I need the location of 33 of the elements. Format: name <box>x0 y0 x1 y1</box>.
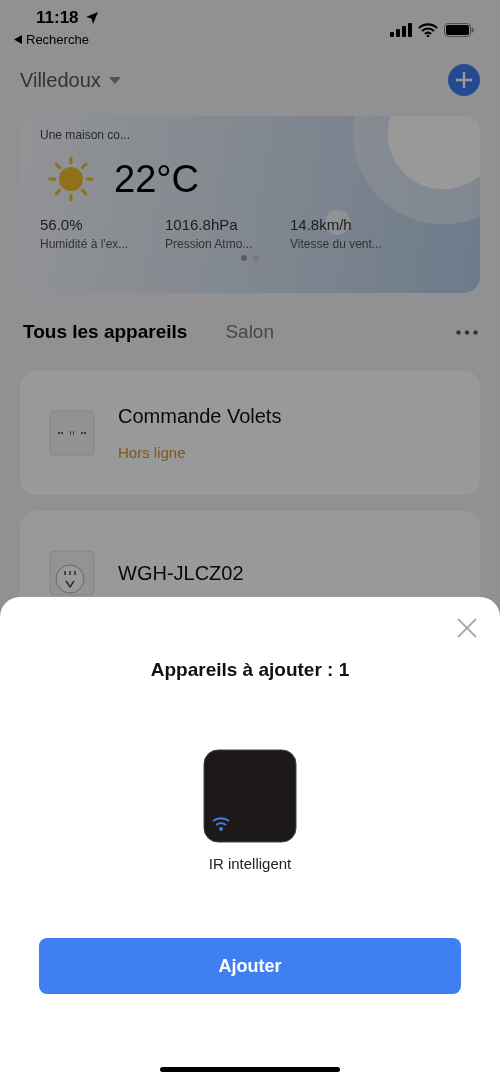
signal-icon <box>390 23 412 37</box>
page-dot[interactable] <box>241 255 247 261</box>
plus-icon[interactable] <box>455 71 473 89</box>
status-time: 11:18 <box>35 8 79 28</box>
add-device-button[interactable]: Ajouter <box>39 938 461 994</box>
back-link[interactable]: Recherche <box>26 32 89 47</box>
stat-label: Pression Atmo... <box>165 237 254 251</box>
room-tab[interactable]: Tous les appareils <box>23 321 188 343</box>
more-icon[interactable] <box>456 329 478 335</box>
sun-icon <box>48 156 94 202</box>
device-card[interactable]: Commande Volets Hors ligne <box>20 371 480 495</box>
device-name: Commande Volets <box>118 405 282 428</box>
sheet-title: Appareils à ajouter : 1 <box>150 659 350 681</box>
add-button[interactable] <box>448 64 480 96</box>
ir-hub-icon[interactable] <box>203 749 297 843</box>
home-selector[interactable]: Villedoux <box>20 68 101 92</box>
temperature: 22°C <box>114 157 199 201</box>
weather-title: Une maison co... <box>40 128 132 142</box>
stat-label: Vitesse du vent... <box>290 237 383 251</box>
stat-value: 14.8km/h <box>290 216 353 233</box>
device-name: WGH-JLCZ02 <box>118 561 244 585</box>
location-arrow-icon <box>84 11 99 25</box>
caret-icon[interactable] <box>108 76 121 84</box>
device-status: Hors ligne <box>118 444 187 461</box>
stat-value: 1016.8hPa <box>165 216 239 233</box>
wall-switch-icon <box>48 409 96 457</box>
stat-label: Humidité à l'ex... <box>40 237 130 251</box>
battery-icon <box>444 23 474 37</box>
wifi-icon <box>418 23 438 37</box>
close-icon[interactable] <box>456 617 478 639</box>
device-label: IR intelligent <box>208 855 292 872</box>
stat-value: 56.0% <box>40 216 84 233</box>
back-triangle-icon[interactable] <box>14 35 22 44</box>
